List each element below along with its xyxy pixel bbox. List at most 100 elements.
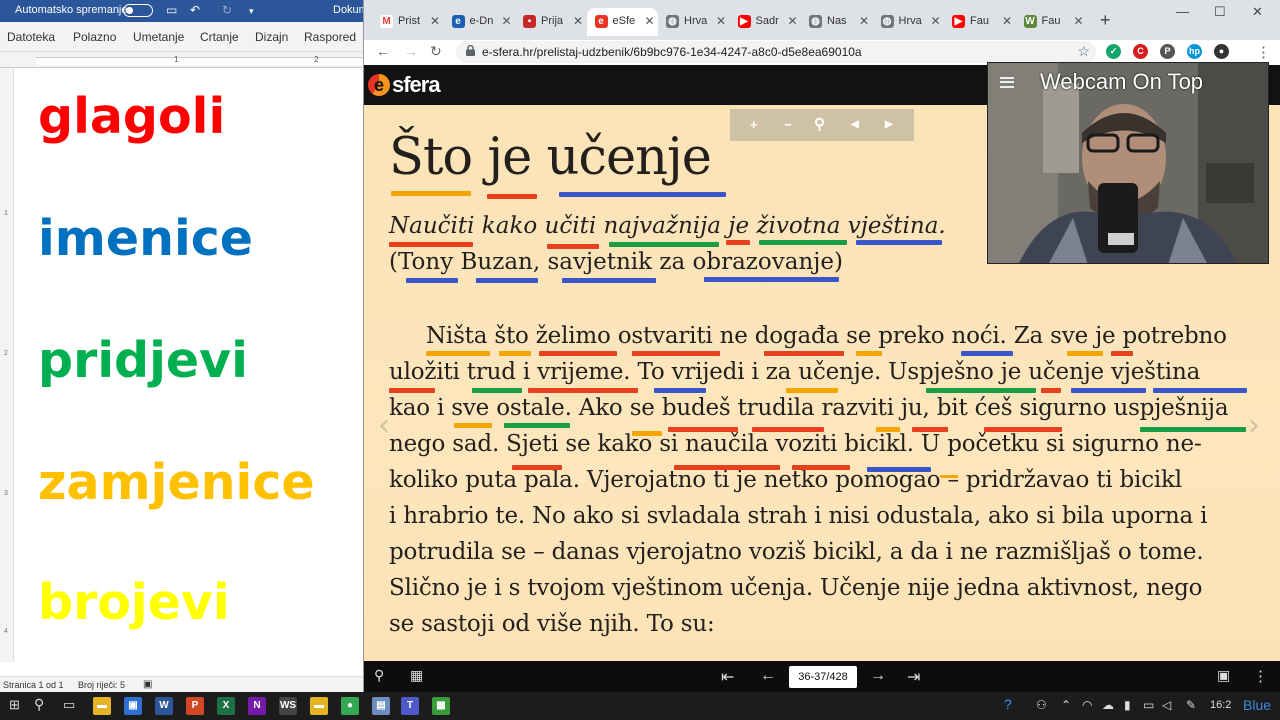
close-tab-icon[interactable]: ✕ (931, 14, 941, 28)
browser-tab[interactable]: e e-Dn ✕ (444, 8, 515, 36)
teams-icon[interactable]: T (401, 697, 419, 715)
task-view-icon[interactable]: ▭ (63, 697, 75, 713)
hp-icon[interactable]: hp (1187, 44, 1202, 59)
clock[interactable]: 16:2 (1210, 699, 1231, 711)
zoom-in-icon[interactable]: + (750, 117, 758, 132)
next-page-chevron-icon[interactable]: › (1248, 408, 1260, 443)
prev-page-chevron-icon[interactable]: ‹ (378, 408, 390, 443)
chrome-icon[interactable]: ● (341, 697, 359, 715)
excel-icon[interactable]: X (217, 697, 235, 715)
powerpoint-icon[interactable]: P (186, 697, 204, 715)
pan-left-icon[interactable]: ◀ (851, 119, 859, 130)
undo-icon[interactable]: ↶ (190, 3, 200, 17)
underline-blue (406, 278, 458, 283)
bookmark-star-icon[interactable]: ☆ (1077, 43, 1090, 60)
autosave-toggle[interactable] (123, 4, 153, 17)
store-icon[interactable]: ▣ (124, 697, 142, 715)
close-tab-icon[interactable]: ✕ (788, 14, 798, 28)
notepad-icon[interactable]: ▤ (372, 697, 390, 715)
close-tab-icon[interactable]: ✕ (502, 14, 512, 28)
lock-icon[interactable] (466, 45, 475, 56)
back-icon[interactable]: ← (376, 43, 390, 59)
ribbon-tab-dizajn[interactable]: Dizajn (255, 30, 288, 44)
pinterest-icon[interactable]: P (1160, 44, 1175, 59)
close-tab-icon[interactable]: ✕ (430, 14, 440, 28)
thumbnails-icon[interactable]: ▦ (410, 667, 423, 684)
browser-tab[interactable]: ▪ Prija ✕ (515, 8, 586, 36)
webcam-menu-icon[interactable] (1000, 77, 1014, 88)
help-icon[interactable]: ? (1004, 696, 1012, 712)
ribbon-tab-crtanje[interactable]: Crtanje (200, 30, 239, 44)
first-page-icon[interactable]: ⇤ (721, 667, 734, 687)
cloud-icon[interactable]: ☁ (1102, 698, 1114, 712)
browser-tab[interactable]: ▶ Sadr ✕ (730, 8, 801, 36)
close-window-button[interactable]: ✕ (1252, 4, 1263, 20)
vertical-ruler[interactable]: 1 2 3 4 (0, 68, 14, 662)
browser-tab[interactable]: e eSfe ✕ (586, 8, 658, 36)
close-tab-icon[interactable]: ✕ (645, 14, 655, 28)
save-icon[interactable]: ▭ (166, 3, 177, 17)
prev-page-icon[interactable]: ← (760, 667, 776, 685)
search-icon[interactable]: ⚲ (34, 696, 44, 713)
mic-icon[interactable]: ▮ (1124, 698, 1131, 712)
word-icon[interactable]: W (155, 697, 173, 715)
forward-icon[interactable]: → (404, 43, 418, 59)
zoom-out-icon[interactable]: − (784, 117, 792, 132)
maximize-button[interactable]: ☐ (1214, 4, 1226, 20)
browser-tab[interactable]: ▶ Fau ✕ (944, 8, 1015, 36)
browser-tab[interactable]: W Fau ✕ (1016, 8, 1087, 36)
windows-start-icon[interactable]: ⊞ (9, 697, 20, 713)
reload-icon[interactable]: ↻ (430, 43, 442, 60)
menu-icon[interactable]: ⋮ (1256, 43, 1271, 61)
close-tab-icon[interactable]: ✕ (716, 14, 726, 28)
language-indicator[interactable]: Blue (1243, 697, 1271, 713)
fullscreen-icon[interactable]: ▣ (1217, 667, 1230, 684)
battery-icon[interactable]: ▭ (1143, 698, 1154, 712)
underline-red (512, 465, 562, 470)
address-bar[interactable]: e-sfera.hr/prelistaj-udzbenik/6b9bc976-1… (456, 41, 1096, 63)
wifi-icon[interactable]: ◠ (1082, 698, 1092, 712)
ribbon-tab-polazno[interactable]: Polazno (73, 30, 116, 44)
word-count[interactable]: Broj riječi: 5 (78, 680, 125, 690)
close-tab-icon[interactable]: ✕ (1002, 14, 1012, 28)
close-tab-icon[interactable]: ✕ (1074, 14, 1084, 28)
more-menu-icon[interactable]: ⋮ (1253, 667, 1268, 685)
volume-icon[interactable]: ◁ (1162, 698, 1171, 712)
ribbon-tab-raspored[interactable]: Raspored (304, 30, 356, 44)
profile-avatar-icon[interactable]: ● (1214, 44, 1229, 59)
browser-tab[interactable]: ◍ Hrva ✕ (873, 8, 944, 36)
browser-tab[interactable]: ◍ Hrva ✕ (658, 8, 729, 36)
redo-icon[interactable]: ↻ (222, 3, 232, 17)
next-page-icon[interactable]: → (870, 667, 886, 685)
file-explorer-icon[interactable]: ▬ (93, 697, 111, 715)
ribbon-tab-datoteka[interactable]: Datoteka (7, 30, 55, 44)
document-page[interactable]: glagoli imenice pridjevi zamjenice broje… (14, 68, 363, 662)
page-count[interactable]: Stranica 1 od 1 (3, 680, 64, 690)
magnifier-icon[interactable]: ⚲ (814, 115, 825, 133)
folder-icon[interactable]: ▬ (310, 697, 328, 715)
green-app-icon[interactable]: ▦ (432, 697, 450, 715)
webcam-window[interactable]: Webcam On Top (987, 62, 1269, 264)
red-extension-icon[interactable]: C (1133, 44, 1148, 59)
last-page-icon[interactable]: ⇥ (907, 667, 920, 687)
new-tab-button[interactable]: + (1100, 10, 1111, 31)
people-icon[interactable]: ⚇ (1036, 698, 1047, 712)
horizontal-ruler[interactable]: 1 2 (0, 52, 363, 68)
minimize-button[interactable]: — (1176, 4, 1189, 19)
pen-icon[interactable]: ✎ (1186, 698, 1196, 712)
onenote-icon[interactable]: N (248, 697, 266, 715)
page-indicator[interactable]: 36-37/428 (789, 666, 857, 688)
esfera-logo[interactable]: e sfera (368, 72, 441, 97)
browser-tab[interactable]: ◍ Nas ✕ (801, 8, 872, 36)
tray-chevron-icon[interactable]: ⌃ (1061, 698, 1071, 712)
close-tab-icon[interactable]: ✕ (859, 14, 869, 28)
browser-tab[interactable]: M Prist ✕ (372, 8, 443, 36)
ws-icon[interactable]: WS (279, 697, 297, 715)
customize-toolbar-icon[interactable]: ▾ (249, 6, 254, 17)
proofing-icon[interactable]: ▣ (143, 679, 152, 690)
close-tab-icon[interactable]: ✕ (573, 14, 583, 28)
ribbon-tab-umetanje[interactable]: Umetanje (133, 30, 184, 44)
search-icon[interactable]: ⚲ (374, 667, 384, 684)
pan-right-icon[interactable]: ▶ (885, 119, 893, 130)
grammarly-icon[interactable]: ✓ (1106, 44, 1121, 59)
